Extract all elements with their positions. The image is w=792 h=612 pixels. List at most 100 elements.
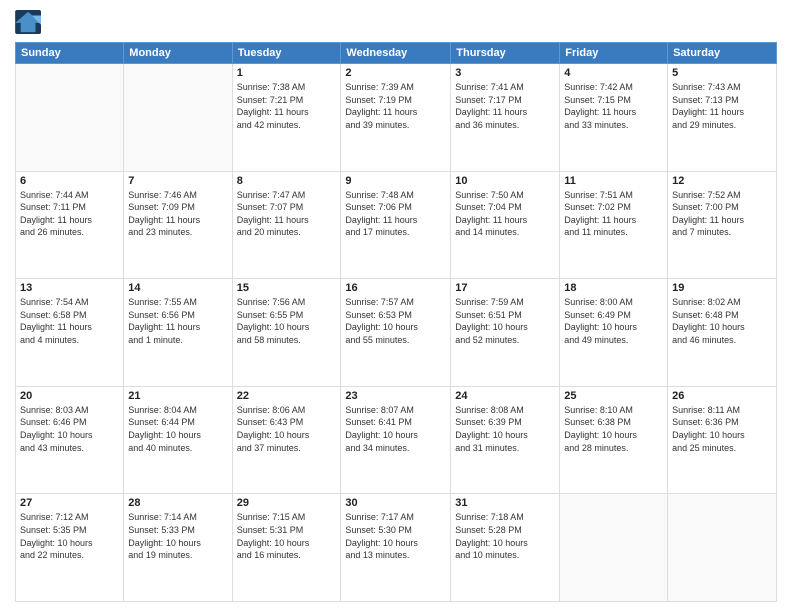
col-header-friday: Friday [560,43,668,64]
calendar-cell: 11Sunrise: 7:51 AMSunset: 7:02 PMDayligh… [560,171,668,279]
cell-info: Sunrise: 7:51 AMSunset: 7:02 PMDaylight:… [564,189,663,239]
cell-info: Sunrise: 7:56 AMSunset: 6:55 PMDaylight:… [237,296,337,346]
calendar-cell: 16 Sunrise: 7:57 AMSunset: 6:53 PMDayligh… [341,279,451,387]
calendar-cell: 4 Sunrise: 7:42 AMSunset: 7:15 PMDaylight… [560,64,668,172]
day-number: 3 [455,67,555,79]
cell-info: Sunrise: 8:10 AMSunset: 6:38 PMDaylight:… [564,404,663,454]
day-number: 25 [564,390,663,402]
cell-info: Sunrise: 8:06 AMSunset: 6:43 PMDaylight:… [237,404,337,454]
day-number: 26 [672,390,772,402]
logo [15,10,47,34]
cell-info: Sunrise: 7:46 AMSunset: 7:09 PMDaylight:… [128,189,227,239]
col-header-wednesday: Wednesday [341,43,451,64]
day-number: 2 [345,67,446,79]
day-number: 8 [237,175,337,187]
calendar-cell: 7 Sunrise: 7:46 AMSunset: 7:09 PMDaylight… [124,171,232,279]
calendar-cell [16,64,124,172]
day-number: 24 [455,390,555,402]
logo-icon [15,10,43,34]
header [15,10,777,34]
day-number: 14 [128,282,227,294]
day-number: 1 [237,67,337,79]
cell-info: Sunrise: 8:11 AMSunset: 6:36 PMDaylight:… [672,404,772,454]
calendar-cell: 21 Sunrise: 8:04 AMSunset: 6:44 PMDayligh… [124,386,232,494]
calendar-cell: 26 Sunrise: 8:11 AMSunset: 6:36 PMDayligh… [668,386,777,494]
day-number: 12 [672,175,772,187]
calendar-week-1: 1Sunrise: 7:38 AMSunset: 7:21 PMDaylight… [16,64,777,172]
day-number: 27 [20,497,119,509]
day-number: 13 [20,282,119,294]
calendar-cell: 31 Sunrise: 7:18 AMSunset: 5:28 PMDayligh… [451,494,560,602]
calendar-cell: 6 Sunrise: 7:44 AMSunset: 7:11 PMDaylight… [16,171,124,279]
calendar-week-5: 27Sunrise: 7:12 AMSunset: 5:35 PMDayligh… [16,494,777,602]
calendar-cell: 24 Sunrise: 8:08 AMSunset: 6:39 PMDayligh… [451,386,560,494]
calendar-cell: 1Sunrise: 7:38 AMSunset: 7:21 PMDaylight… [232,64,341,172]
cell-info: Sunrise: 7:55 AMSunset: 6:56 PMDaylight:… [128,296,227,346]
cell-info: Sunrise: 7:47 AMSunset: 7:07 PMDaylight:… [237,189,337,239]
day-number: 9 [345,175,446,187]
calendar-week-3: 13 Sunrise: 7:54 AMSunset: 6:58 PMDayligh… [16,279,777,387]
day-number: 30 [345,497,446,509]
calendar-cell: 19 Sunrise: 8:02 AMSunset: 6:48 PMDayligh… [668,279,777,387]
day-number: 20 [20,390,119,402]
cell-info: Sunrise: 7:43 AMSunset: 7:13 PMDaylight:… [672,81,772,131]
calendar-cell: 9 Sunrise: 7:48 AMSunset: 7:06 PMDaylight… [341,171,451,279]
cell-info: Sunrise: 7:57 AMSunset: 6:53 PMDaylight:… [345,296,446,346]
cell-info: Sunrise: 8:04 AMSunset: 6:44 PMDaylight:… [128,404,227,454]
day-number: 10 [455,175,555,187]
calendar-cell: 25 Sunrise: 8:10 AMSunset: 6:38 PMDayligh… [560,386,668,494]
day-number: 28 [128,497,227,509]
calendar-cell: 14 Sunrise: 7:55 AMSunset: 6:56 PMDayligh… [124,279,232,387]
cell-info: Sunrise: 7:42 AMSunset: 7:15 PMDaylight:… [564,81,663,131]
cell-info: Sunrise: 7:44 AMSunset: 7:11 PMDaylight:… [20,189,119,239]
day-number: 18 [564,282,663,294]
cell-info: Sunrise: 7:59 AMSunset: 6:51 PMDaylight:… [455,296,555,346]
calendar-cell: 28 Sunrise: 7:14 AMSunset: 5:33 PMDayligh… [124,494,232,602]
calendar-cell: 3 Sunrise: 7:41 AMSunset: 7:17 PMDaylight… [451,64,560,172]
calendar-cell [668,494,777,602]
calendar-cell: 8 Sunrise: 7:47 AMSunset: 7:07 PMDaylight… [232,171,341,279]
day-number: 7 [128,175,227,187]
day-number: 15 [237,282,337,294]
day-number: 4 [564,67,663,79]
page: SundayMondayTuesdayWednesdayThursdayFrid… [0,0,792,612]
calendar-cell: 13 Sunrise: 7:54 AMSunset: 6:58 PMDayligh… [16,279,124,387]
cell-info: Sunrise: 8:02 AMSunset: 6:48 PMDaylight:… [672,296,772,346]
day-number: 16 [345,282,446,294]
calendar-cell: 2Sunrise: 7:39 AMSunset: 7:19 PMDaylight… [341,64,451,172]
cell-info: Sunrise: 7:18 AMSunset: 5:28 PMDaylight:… [455,511,555,561]
cell-info: Sunrise: 8:03 AMSunset: 6:46 PMDaylight:… [20,404,119,454]
calendar-cell: 23Sunrise: 8:07 AMSunset: 6:41 PMDayligh… [341,386,451,494]
col-header-monday: Monday [124,43,232,64]
calendar-cell: 12 Sunrise: 7:52 AMSunset: 7:00 PMDayligh… [668,171,777,279]
calendar-cell: 30Sunrise: 7:17 AMSunset: 5:30 PMDayligh… [341,494,451,602]
cell-info: Sunrise: 8:00 AMSunset: 6:49 PMDaylight:… [564,296,663,346]
day-number: 23 [345,390,446,402]
calendar-cell: 22Sunrise: 8:06 AMSunset: 6:43 PMDayligh… [232,386,341,494]
cell-info: Sunrise: 8:08 AMSunset: 6:39 PMDaylight:… [455,404,555,454]
cell-info: Sunrise: 7:48 AMSunset: 7:06 PMDaylight:… [345,189,446,239]
day-number: 31 [455,497,555,509]
day-number: 21 [128,390,227,402]
calendar-cell: 17 Sunrise: 7:59 AMSunset: 6:51 PMDayligh… [451,279,560,387]
cell-info: Sunrise: 7:15 AMSunset: 5:31 PMDaylight:… [237,511,337,561]
calendar-week-2: 6 Sunrise: 7:44 AMSunset: 7:11 PMDaylight… [16,171,777,279]
calendar-week-4: 20 Sunrise: 8:03 AMSunset: 6:46 PMDayligh… [16,386,777,494]
day-number: 19 [672,282,772,294]
cell-info: Sunrise: 7:41 AMSunset: 7:17 PMDaylight:… [455,81,555,131]
day-number: 17 [455,282,555,294]
calendar-cell: 20 Sunrise: 8:03 AMSunset: 6:46 PMDayligh… [16,386,124,494]
col-header-thursday: Thursday [451,43,560,64]
col-header-tuesday: Tuesday [232,43,341,64]
calendar-cell [560,494,668,602]
day-number: 6 [20,175,119,187]
cell-info: Sunrise: 7:52 AMSunset: 7:00 PMDaylight:… [672,189,772,239]
calendar-cell: 5 Sunrise: 7:43 AMSunset: 7:13 PMDaylight… [668,64,777,172]
calendar-cell: 10Sunrise: 7:50 AMSunset: 7:04 PMDayligh… [451,171,560,279]
cell-info: Sunrise: 7:14 AMSunset: 5:33 PMDaylight:… [128,511,227,561]
calendar-cell: 27Sunrise: 7:12 AMSunset: 5:35 PMDayligh… [16,494,124,602]
calendar: SundayMondayTuesdayWednesdayThursdayFrid… [15,42,777,602]
cell-info: Sunrise: 7:54 AMSunset: 6:58 PMDaylight:… [20,296,119,346]
calendar-cell: 29Sunrise: 7:15 AMSunset: 5:31 PMDayligh… [232,494,341,602]
day-number: 5 [672,67,772,79]
